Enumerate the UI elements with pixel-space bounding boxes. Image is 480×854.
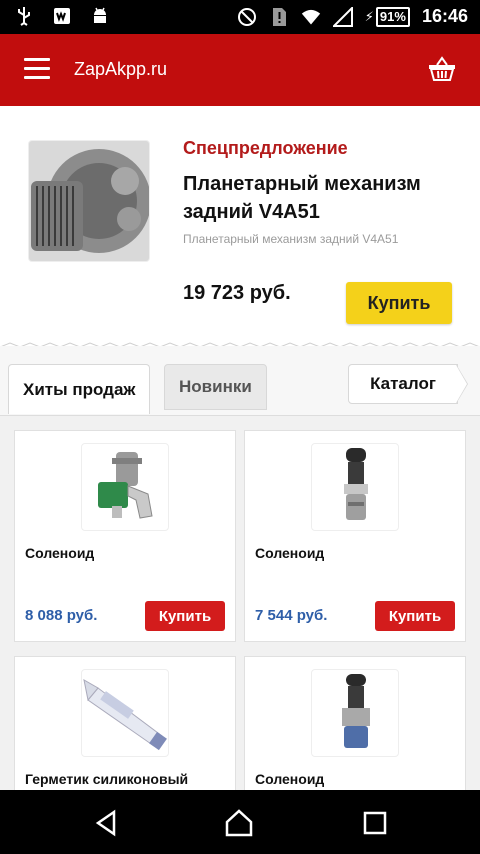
clock: 16:46	[421, 6, 468, 26]
product-card[interactable]: Герметик силиконовый	[14, 656, 236, 790]
tabs-bar: Хиты продаж Новинки Каталог	[0, 346, 480, 416]
android-icon	[90, 6, 110, 26]
app-title: ZapAkpp.ru	[74, 59, 168, 79]
promo-price: 19 723 руб.	[183, 282, 291, 304]
product-name[interactable]: Герметик силиконовый	[25, 771, 188, 787]
product-name[interactable]: Соленоид	[255, 771, 324, 787]
special-offer: Спецпредложение Планетарный механизм зад…	[0, 106, 480, 348]
status-bar: ⚡ 91% 16:46	[0, 0, 480, 34]
wifi-icon	[301, 7, 321, 27]
recent-apps-icon[interactable]	[360, 808, 390, 838]
promo-product-image[interactable]	[28, 140, 150, 262]
do-not-disturb-icon	[237, 7, 257, 27]
product-price: 7 544 руб.	[255, 607, 328, 624]
tab-bestsellers[interactable]: Хиты продаж	[8, 364, 151, 414]
tab-new-arrivals[interactable]: Новинки	[164, 364, 267, 410]
product-name[interactable]: Соленоид	[25, 545, 94, 561]
promo-buy-button[interactable]: Купить	[346, 282, 452, 324]
product-card[interactable]: Соленоид 8 088 руб. Купить	[14, 430, 236, 642]
app-bar: ZapAkpp.ru	[0, 34, 480, 106]
back-icon[interactable]	[92, 808, 122, 838]
product-image[interactable]	[311, 443, 399, 531]
battery-level: 91%	[375, 6, 410, 27]
sim-alert-icon	[269, 7, 289, 27]
battery-indicator: ⚡ 91%	[364, 6, 410, 27]
buy-button[interactable]: Купить	[145, 601, 225, 631]
product-image[interactable]	[81, 669, 169, 757]
photo-icon	[52, 6, 72, 26]
buy-button[interactable]: Купить	[375, 601, 455, 631]
promo-subtitle: Планетарный механизм задний V4A51	[183, 232, 399, 246]
menu-icon[interactable]	[24, 58, 50, 80]
promo-title[interactable]: Планетарный механизм задний V4A51	[183, 170, 463, 226]
product-price: 8 088 руб.	[25, 607, 98, 624]
signal-icon	[332, 6, 353, 27]
product-image[interactable]	[81, 443, 169, 531]
charging-icon: ⚡	[364, 8, 374, 24]
product-card[interactable]: Соленоид	[244, 656, 466, 790]
promo-label: Спецпредложение	[183, 138, 348, 158]
catalog-button[interactable]: Каталог	[348, 364, 458, 404]
navigation-bar	[0, 790, 480, 854]
home-icon[interactable]	[224, 808, 254, 838]
product-grid: Соленоид 8 088 руб. Купить Соленоид 7 54…	[0, 416, 480, 790]
usb-icon	[14, 6, 34, 26]
product-name[interactable]: Соленоид	[255, 545, 324, 561]
product-image[interactable]	[311, 669, 399, 757]
product-card[interactable]: Соленоид 7 544 руб. Купить	[244, 430, 466, 642]
basket-icon[interactable]	[428, 56, 456, 82]
